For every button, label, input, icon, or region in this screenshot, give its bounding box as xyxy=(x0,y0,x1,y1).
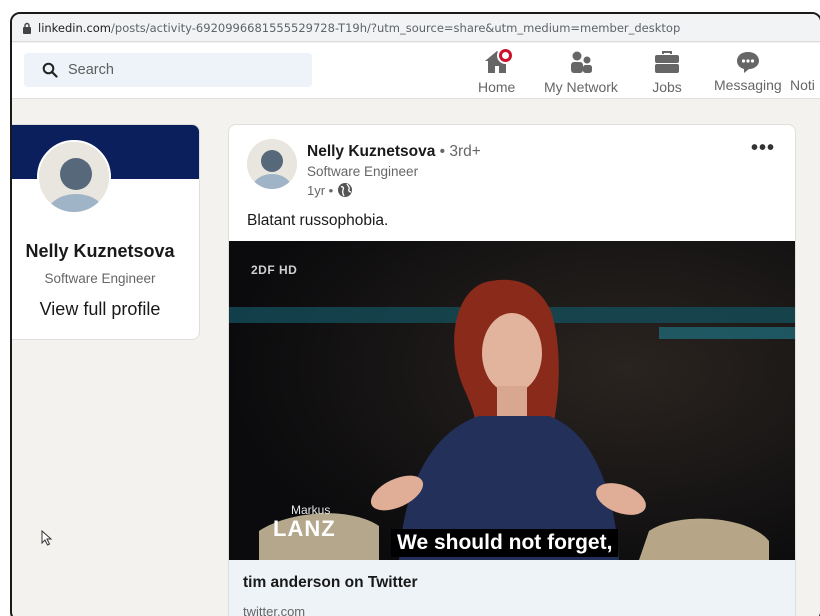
post-video[interactable]: 2DF HD Markus LANZ We should not forget, xyxy=(229,241,795,560)
network-icon xyxy=(570,51,592,73)
video-subtitle: We should not forget, xyxy=(391,529,619,557)
browser-window: linkedin.com/posts/activity-692099668155… xyxy=(10,12,820,616)
messaging-icon xyxy=(736,52,759,73)
url-path: /posts/activity-6920996681555529728-T19h… xyxy=(111,20,681,35)
connection-degree: • 3rd+ xyxy=(439,143,481,160)
nav-home[interactable]: Home xyxy=(478,47,516,95)
nav-jobs[interactable]: Jobs xyxy=(652,49,682,95)
more-options-icon[interactable]: ••• xyxy=(751,137,775,160)
post-author: Nelly Kuznetsova • 3rd+ xyxy=(307,143,481,161)
feed-post: Nelly Kuznetsova • 3rd+ Software Enginee… xyxy=(228,124,796,616)
show-logo-big: LANZ xyxy=(273,516,336,541)
post-author-headline: Software Engineer xyxy=(307,164,419,179)
nav-messaging[interactable]: Messaging xyxy=(714,49,782,95)
channel-logo: 2DF HD xyxy=(251,263,298,277)
lock-icon xyxy=(23,22,31,34)
profile-card: Nelly Kuznetsova Software Engineer View … xyxy=(12,124,200,340)
post-time-text: 1yr • xyxy=(307,182,334,198)
link-preview[interactable]: tim anderson on Twitter twitter.com xyxy=(229,560,795,616)
post-author-avatar[interactable] xyxy=(247,139,297,189)
profile-title: Software Engineer xyxy=(44,271,156,286)
search-placeholder: Search xyxy=(68,62,114,78)
post-text: Blatant russophobia. xyxy=(247,212,389,229)
search-input[interactable]: Search xyxy=(24,53,312,87)
notifications-icon xyxy=(790,49,820,75)
nav-notifications[interactable]: Noti xyxy=(790,49,820,95)
globe-icon xyxy=(338,183,353,197)
avatar-placeholder-icon xyxy=(247,139,297,189)
address-bar[interactable]: linkedin.com/posts/activity-692099668155… xyxy=(12,14,820,42)
post-author-name[interactable]: Nelly Kuznetsova xyxy=(307,143,435,160)
view-profile-link[interactable]: View full profile xyxy=(12,299,199,320)
nav-my-network-label: My Network xyxy=(544,79,618,95)
profile-name[interactable]: Nelly Kuznetsova xyxy=(12,241,199,262)
notification-badge xyxy=(496,47,514,64)
avatar-placeholder-icon xyxy=(39,142,109,212)
nav-notifications-label: Noti xyxy=(790,77,815,93)
post-timestamp: 1yr • xyxy=(307,182,353,198)
link-preview-title[interactable]: tim anderson on Twitter xyxy=(243,574,418,592)
nav-messaging-label: Messaging xyxy=(714,77,782,93)
show-logo-small: Markus xyxy=(291,503,331,517)
link-preview-domain: twitter.com xyxy=(243,604,306,616)
search-icon xyxy=(42,62,58,78)
nav-my-network[interactable]: My Network xyxy=(544,49,618,95)
briefcase-icon xyxy=(655,51,679,73)
mouse-cursor-icon xyxy=(41,530,53,546)
avatar[interactable] xyxy=(37,140,111,214)
nav-jobs-label: Jobs xyxy=(652,79,682,95)
url-host: linkedin.com xyxy=(38,20,112,35)
nav-home-label: Home xyxy=(478,79,516,95)
top-navbar: Search Home My Network Jobs Messaging No… xyxy=(12,43,820,99)
